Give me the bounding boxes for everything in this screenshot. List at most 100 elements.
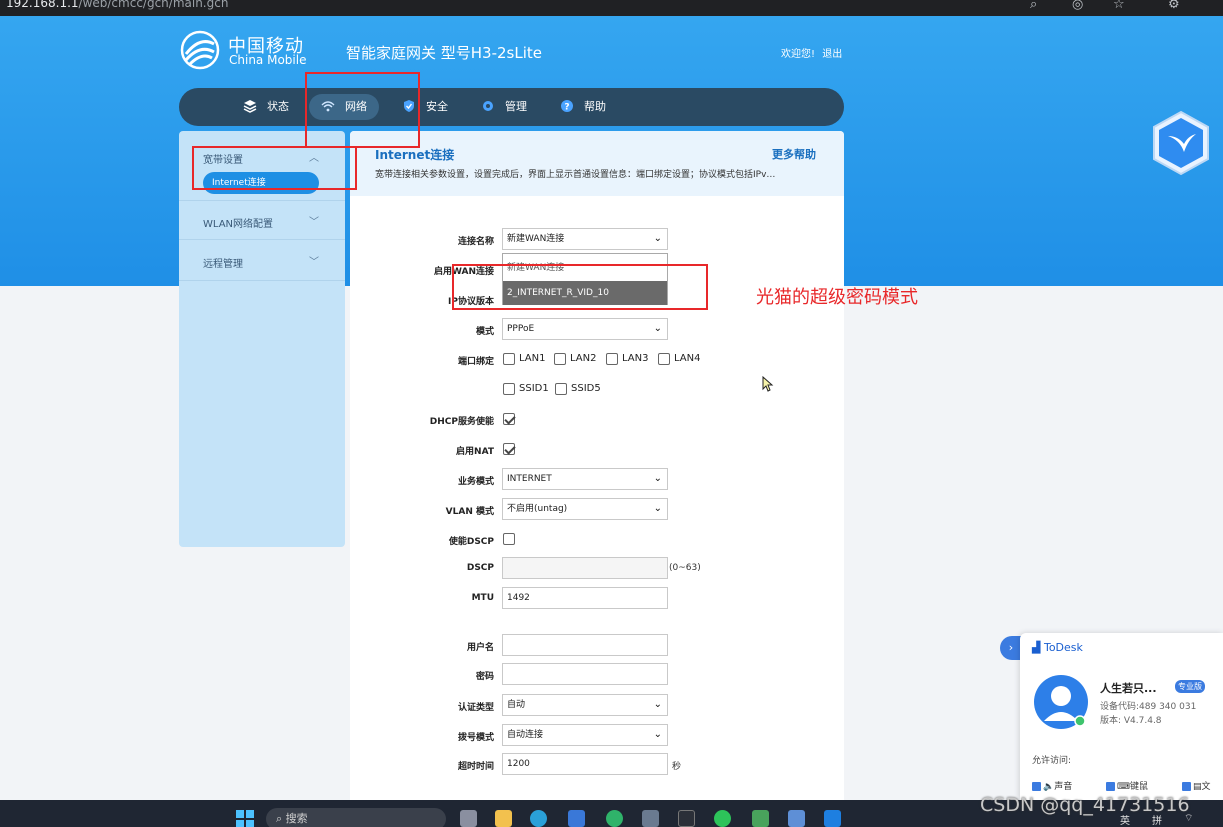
nav-status[interactable]: 状态 — [243, 94, 289, 120]
edge-icon[interactable]: ◎ — [1072, 0, 1083, 12]
more-help-link[interactable]: 更多帮助 — [772, 146, 816, 162]
mode-label: 模式 — [475, 327, 494, 337]
nav-manage[interactable]: 管理 — [481, 94, 527, 120]
connection-name-select[interactable]: 新建WAN连接 ⌄ — [502, 228, 668, 250]
chevron-down-icon: ⌄ — [653, 473, 662, 484]
vlan-mode-select[interactable]: 不启用(untag) ⌄ — [502, 498, 668, 520]
lan3-label: LAN3 — [622, 353, 649, 364]
connection-name-label: 连接名称 — [457, 237, 494, 247]
connection-name-value: 新建WAN连接 — [507, 234, 565, 244]
notepad-icon[interactable] — [788, 810, 805, 827]
mtu-input[interactable]: 1492 — [502, 587, 668, 609]
user-icon — [1044, 686, 1086, 727]
wechat-icon[interactable] — [714, 810, 731, 827]
logout-link[interactable]: 退出 — [822, 49, 842, 60]
panel-header: Internet连接 更多帮助 宽带连接相关参数设置，设置完成后，界面上显示首通… — [350, 131, 844, 196]
main-nav: 状态 网络 安全 管理 ? 帮助 — [179, 88, 844, 126]
annotation-box-dropdown — [452, 264, 708, 310]
svg-text:?: ? — [564, 103, 569, 113]
nat-checkbox[interactable] — [503, 443, 515, 455]
app-icon-green[interactable] — [606, 810, 623, 827]
chevron-down-icon: ﹀ — [309, 217, 319, 228]
terminal-icon[interactable] — [678, 810, 695, 827]
help-icon: ? — [561, 100, 573, 113]
page-title: Internet连接 — [375, 148, 455, 162]
edge-browser-icon[interactable] — [530, 810, 547, 827]
service-mode-value: INTERNET — [507, 474, 552, 484]
todesk-option-file[interactable]: ▤文 — [1182, 779, 1211, 792]
todesk-brand: ▟ ToDesk — [1032, 641, 1083, 654]
lan1-checkbox[interactable] — [503, 353, 515, 365]
nav-help[interactable]: ? 帮助 — [560, 94, 606, 120]
sidebar-item-wlan[interactable]: WLAN网络配置 ﹀ — [179, 200, 345, 240]
dhcp-checkbox[interactable] — [503, 413, 515, 425]
service-mode-select[interactable]: INTERNET ⌄ — [502, 468, 668, 490]
password-input[interactable] — [502, 663, 668, 685]
dscp-label: DSCP — [466, 563, 494, 573]
chevron-down-icon: ⌄ — [653, 699, 662, 710]
todesk-collapse-button[interactable]: › — [1000, 636, 1022, 660]
sidebar-item-remote[interactable]: 远程管理 ﹀ — [179, 241, 345, 281]
product-title: 智能家庭网关 型号H3-2sLite — [346, 44, 542, 62]
mode-select[interactable]: PPPoE ⌄ — [502, 318, 668, 340]
logo-en-text: China Mobile — [229, 53, 307, 67]
url-text[interactable]: 192.168.1.1/web/cmcc/gch/main.gch — [6, 0, 228, 10]
timeout-unit: 秒 — [672, 762, 682, 772]
auth-type-select[interactable]: 自动 ⌄ — [502, 694, 668, 716]
dscp-enable-label: 使能DSCP — [448, 537, 494, 547]
ssid1-label: SSID1 — [519, 383, 549, 394]
ssid1-checkbox[interactable] — [503, 383, 515, 395]
username-input[interactable] — [502, 634, 668, 656]
bird-app-icon[interactable] — [1150, 110, 1212, 176]
todesk-panel: ▟ ToDesk 人生若只... 专业版 设备代码:489 340 031 版本… — [1020, 633, 1223, 800]
file-explorer-icon[interactable] — [495, 810, 512, 827]
todesk-option-sound[interactable]: 🔈声音 — [1032, 779, 1072, 792]
todesk-taskbar-icon[interactable] — [824, 810, 841, 827]
app-icon-grey[interactable] — [642, 810, 659, 827]
star-icon[interactable]: ☆ — [1113, 0, 1125, 12]
lan4-checkbox[interactable] — [658, 353, 670, 365]
sidebar-item-label: WLAN网络配置 — [203, 219, 274, 230]
browser-address-bar[interactable]: 192.168.1.1/web/cmcc/gch/main.gch ⌕ ◎ ☆ … — [0, 0, 1223, 16]
vlan-mode-label: VLAN 模式 — [445, 507, 494, 517]
chevron-down-icon: ﹀ — [309, 257, 319, 268]
mode-value: PPPoE — [507, 324, 535, 334]
store-icon[interactable] — [568, 810, 585, 827]
dscp-enable-checkbox[interactable] — [503, 533, 515, 545]
nav-help-label: 帮助 — [584, 100, 606, 113]
todesk-logo-icon: ▟ — [1032, 641, 1041, 654]
taskbar-search[interactable]: ⌕ 搜索 — [266, 808, 446, 827]
watermark: CSDN @qq_41731516 — [980, 794, 1190, 816]
lan3-checkbox[interactable] — [606, 353, 618, 365]
annotation-text: 光猫的超级密码模式 — [756, 287, 918, 308]
ssid5-label: SSID5 — [571, 383, 601, 394]
todesk-allow-label: 允许访问: — [1032, 756, 1072, 766]
port-binding-label: 端口绑定 — [457, 357, 494, 367]
pro-badge: 专业版 — [1175, 680, 1205, 693]
sidebar: 宽带设置 ︿ Internet连接 WLAN网络配置 ﹀ 远程管理 ﹀ — [179, 131, 345, 547]
app-icon-screen[interactable] — [752, 810, 769, 827]
extensions-icon[interactable]: ⚙ — [1168, 0, 1180, 12]
lan2-label: LAN2 — [570, 353, 597, 364]
lan2-checkbox[interactable] — [554, 353, 566, 365]
timeout-label: 超时时间 — [457, 762, 494, 772]
china-mobile-logo: 中国移动 China Mobile — [180, 30, 320, 70]
windows-start-icon[interactable] — [236, 810, 254, 827]
nav-manage-label: 管理 — [505, 100, 527, 113]
dscp-input[interactable] — [502, 557, 668, 579]
speaker-icon: 🔈 — [1043, 782, 1055, 792]
nat-label: 启用NAT — [456, 447, 494, 457]
timeout-input[interactable]: 1200 — [502, 753, 668, 775]
dial-mode-select[interactable]: 自动连接 ⌄ — [502, 724, 668, 746]
todesk-option-keyboard[interactable]: ⌨键鼠 — [1106, 779, 1148, 792]
search-icon[interactable]: ⌕ — [1030, 0, 1037, 12]
auth-type-value: 自动 — [507, 700, 526, 710]
ssid5-checkbox[interactable] — [555, 383, 567, 395]
mouse-cursor-icon — [762, 376, 774, 392]
mtu-label: MTU — [471, 593, 494, 603]
task-view-icon[interactable] — [460, 810, 477, 827]
chevron-down-icon: ⌄ — [653, 323, 662, 334]
sidebar-item-label: 远程管理 — [203, 259, 243, 270]
todesk-device-code: 设备代码:489 340 031 — [1100, 702, 1197, 712]
dscp-range-hint: (0~63) — [669, 563, 701, 573]
